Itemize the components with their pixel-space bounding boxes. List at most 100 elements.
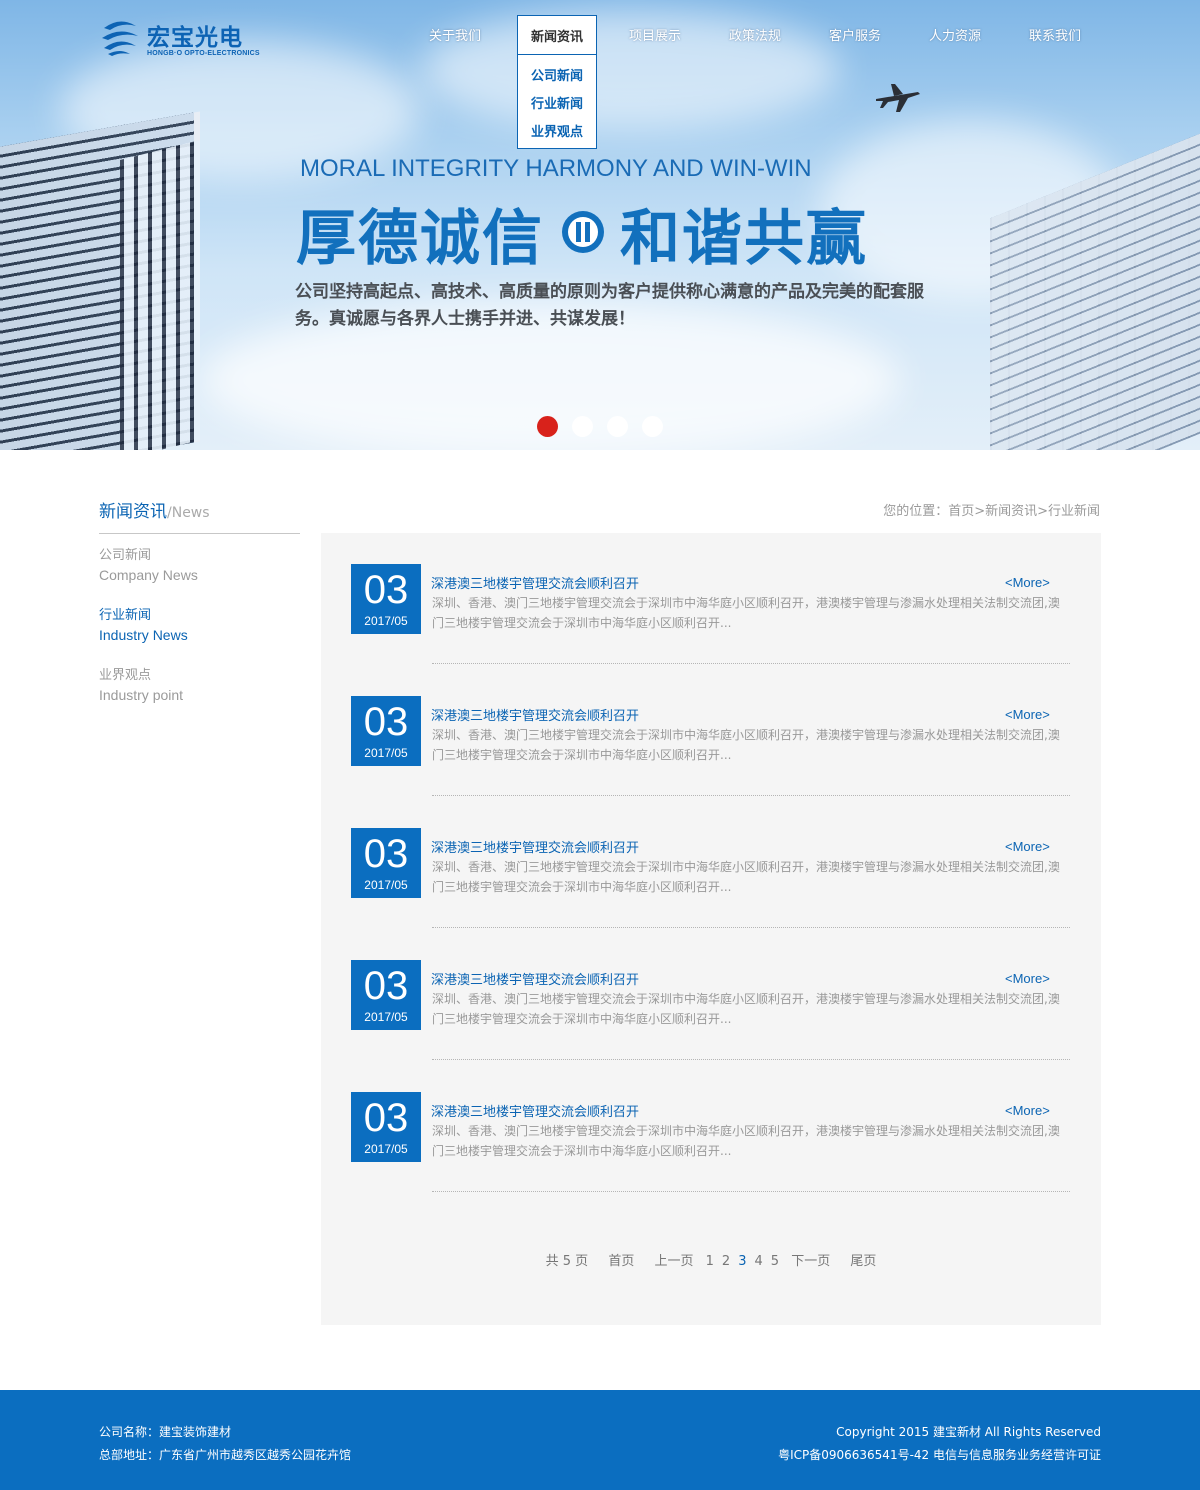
news-title-link[interactable]: 深港澳三地楼宇管理交流会顺利召开 xyxy=(431,573,639,592)
pagination-page-3[interactable]: 3 xyxy=(738,1254,746,1269)
sidebar-item-label-cn: 业界观点 xyxy=(99,668,152,683)
news-panel: 03 2017/05 深港澳三地楼宇管理交流会顺利召开 <More> 深圳、香港… xyxy=(321,533,1101,1325)
news-more-link[interactable]: <More> xyxy=(1005,1103,1050,1118)
airplane-icon xyxy=(876,84,920,112)
news-more-link[interactable]: <More> xyxy=(1005,707,1050,722)
slider-dot-4[interactable] xyxy=(642,416,663,437)
pagination-prev[interactable]: 上一页 xyxy=(654,1254,693,1269)
pagination-total: 共 5 页 xyxy=(545,1254,589,1269)
pagination-page-5[interactable]: 5 xyxy=(771,1254,779,1269)
news-separator xyxy=(432,1059,1070,1060)
nav-item-about[interactable]: 关于我们 xyxy=(429,25,481,44)
news-summary: 深圳、香港、澳门三地楼宇管理交流会于深圳市中海华庭小区顺利召开，港澳楼宇管理与渗… xyxy=(432,1124,1060,1158)
sidebar-item-label-cn: 公司新闻 xyxy=(99,548,152,563)
slider-dot-3[interactable] xyxy=(607,416,628,437)
sidebar-item-label-en: Industry News xyxy=(99,627,188,643)
sidebar-divider xyxy=(99,533,300,534)
news-more-link[interactable]: <More> xyxy=(1005,839,1050,854)
news-separator xyxy=(432,663,1070,664)
nav-item-policy[interactable]: 政策法规 xyxy=(729,25,781,44)
nav-divider xyxy=(518,54,596,55)
pagination: 共 5 页 首页 上一页 12345 下一页 尾页 xyxy=(321,1250,1101,1269)
news-year-month: 2017/05 xyxy=(364,878,408,892)
sidebar-item-label-cn: 行业新闻 xyxy=(99,608,152,623)
news-summary: 深圳、香港、澳门三地楼宇管理交流会于深圳市中海华庭小区顺利召开，港澳楼宇管理与渗… xyxy=(432,992,1060,1026)
slider-dot-1[interactable] xyxy=(537,416,558,437)
dropdown-item-industry-news[interactable]: 行业新闻 xyxy=(518,93,596,112)
news-more-link[interactable]: <More> xyxy=(1005,971,1050,986)
nav-item-contact[interactable]: 联系我们 xyxy=(1029,25,1081,44)
news-title-link[interactable]: 深港澳三地楼宇管理交流会顺利召开 xyxy=(431,1101,639,1120)
building-left-face-image xyxy=(120,140,200,450)
news-item: 03 2017/05 深港澳三地楼宇管理交流会顺利召开 <More> 深圳、香港… xyxy=(351,797,1071,928)
news-day: 03 xyxy=(363,1096,409,1140)
sidebar-item-industry-point[interactable]: 业界观点 Industry point xyxy=(99,667,299,705)
news-summary: 深圳、香港、澳门三地楼宇管理交流会于深圳市中海华庭小区顺利召开，港澳楼宇管理与渗… xyxy=(432,728,1060,762)
news-summary: 深圳、香港、澳门三地楼宇管理交流会于深圳市中海华庭小区顺利召开，港澳楼宇管理与渗… xyxy=(432,860,1060,894)
news-date-badge: 03 2017/05 xyxy=(351,564,421,634)
pagination-last[interactable]: 尾页 xyxy=(850,1254,876,1269)
sidebar-title-cn: 新闻资讯 xyxy=(99,502,167,522)
news-item: 03 2017/05 深港澳三地楼宇管理交流会顺利召开 <More> 深圳、香港… xyxy=(351,929,1071,1060)
pagination-page-2[interactable]: 2 xyxy=(722,1254,730,1269)
footer-icp-link[interactable]: 粤ICP备0906636541号-42 电信与信息服务业务经营许可证 xyxy=(778,1444,1101,1467)
banner-description: 公司坚持高起点、高技术、高质量的原则为客户提供称心满意的产品及完美的配套服务。真… xyxy=(295,282,924,329)
pagination-page-4[interactable]: 4 xyxy=(754,1254,762,1269)
banner-slogan-cn-1: 厚德诚信 xyxy=(296,204,544,274)
footer-legal: Copyright 2015 建宝新材 All Rights Reserved … xyxy=(778,1421,1101,1467)
banner-slogan-cn-2: 和谐共赢 xyxy=(620,204,868,274)
news-separator xyxy=(432,1191,1070,1192)
footer-copyright: Copyright 2015 建宝新材 All Rights Reserved xyxy=(836,1425,1101,1439)
news-item: 03 2017/05 深港澳三地楼宇管理交流会顺利召开 <More> 深圳、香港… xyxy=(351,1061,1071,1192)
hero-banner: 宏宝光电 HONGB·O OPTO-ELECTRONICS 关于我们 新闻资讯 … xyxy=(0,0,1200,450)
sidebar-item-label-en: Industry point xyxy=(99,687,184,703)
news-item: 03 2017/05 深港澳三地楼宇管理交流会顺利召开 <More> 深圳、香港… xyxy=(351,533,1071,664)
slider-dot-2[interactable] xyxy=(572,416,593,437)
news-title-link[interactable]: 深港澳三地楼宇管理交流会顺利召开 xyxy=(431,969,639,988)
nav-item-news-label[interactable]: 新闻资讯 xyxy=(518,26,596,45)
dropdown-item-company-news[interactable]: 公司新闻 xyxy=(518,65,596,84)
news-item: 03 2017/05 深港澳三地楼宇管理交流会顺利召开 <More> 深圳、香港… xyxy=(351,665,1071,796)
nav-item-hr[interactable]: 人力资源 xyxy=(929,25,981,44)
news-title-link[interactable]: 深港澳三地楼宇管理交流会顺利召开 xyxy=(431,705,639,724)
sidebar-title: 新闻资讯/News xyxy=(99,497,210,522)
news-title-link[interactable]: 深港澳三地楼宇管理交流会顺利召开 xyxy=(431,837,639,856)
news-date-badge: 03 2017/05 xyxy=(351,1092,421,1162)
sidebar-item-company-news[interactable]: 公司新闻 Company News xyxy=(99,547,299,585)
banner-slogan-cn: 厚德诚信 和谐共赢 xyxy=(296,190,868,277)
pagination-page-1[interactable]: 1 xyxy=(706,1254,714,1269)
nav-item-service[interactable]: 客户服务 xyxy=(829,25,881,44)
news-date-badge: 03 2017/05 xyxy=(351,960,421,1030)
footer-company-info: 公司名称：建宝装饰建材 总部地址：广东省广州市越秀区越秀公园花卉馆 xyxy=(99,1421,351,1467)
sidebar-item-label-en: Company News xyxy=(99,567,198,583)
news-more-link[interactable]: <More> xyxy=(1005,575,1050,590)
news-year-month: 2017/05 xyxy=(364,1010,408,1024)
breadcrumb: 您的位置：首页>新闻资讯>行业新闻 xyxy=(883,504,1100,519)
news-date-badge: 03 2017/05 xyxy=(351,696,421,766)
pagination-first[interactable]: 首页 xyxy=(608,1254,634,1269)
nav-item-projects[interactable]: 项目展示 xyxy=(629,25,681,44)
dropdown-item-industry-point[interactable]: 业界观点 xyxy=(518,121,596,140)
footer-company-name: 公司名称：建宝装饰建材 xyxy=(99,1425,232,1439)
footer-address: 总部地址：广东省广州市越秀区越秀公园花卉馆 xyxy=(99,1448,352,1462)
slider-dots xyxy=(537,416,667,438)
news-separator xyxy=(432,927,1070,928)
banner-slogan-en: MORAL INTEGRITY HARMONY AND WIN-WIN xyxy=(300,155,812,182)
news-date-badge: 03 2017/05 xyxy=(351,828,421,898)
pagination-next[interactable]: 下一页 xyxy=(791,1254,830,1269)
sidebar-title-en: /News xyxy=(167,505,210,521)
news-separator xyxy=(432,795,1070,796)
emblem-icon xyxy=(562,211,604,253)
sidebar-item-industry-news[interactable]: 行业新闻 Industry News xyxy=(99,607,299,645)
news-summary: 深圳、香港、澳门三地楼宇管理交流会于深圳市中海华庭小区顺利召开，港澳楼宇管理与渗… xyxy=(432,596,1060,630)
news-year-month: 2017/05 xyxy=(364,746,408,760)
nav-item-news[interactable]: 新闻资讯 公司新闻 行业新闻 业界观点 xyxy=(517,15,597,149)
news-day: 03 xyxy=(363,832,409,876)
news-day: 03 xyxy=(363,700,409,744)
news-day: 03 xyxy=(363,568,409,612)
news-year-month: 2017/05 xyxy=(364,1142,408,1156)
news-day: 03 xyxy=(363,964,409,1008)
footer: 公司名称：建宝装饰建材 总部地址：广东省广州市越秀区越秀公园花卉馆 Copyri… xyxy=(0,1390,1200,1490)
main-nav: 关于我们 新闻资讯 公司新闻 行业新闻 业界观点 项目展示 政策法规 客户服务 … xyxy=(0,0,1200,149)
news-year-month: 2017/05 xyxy=(364,614,408,628)
